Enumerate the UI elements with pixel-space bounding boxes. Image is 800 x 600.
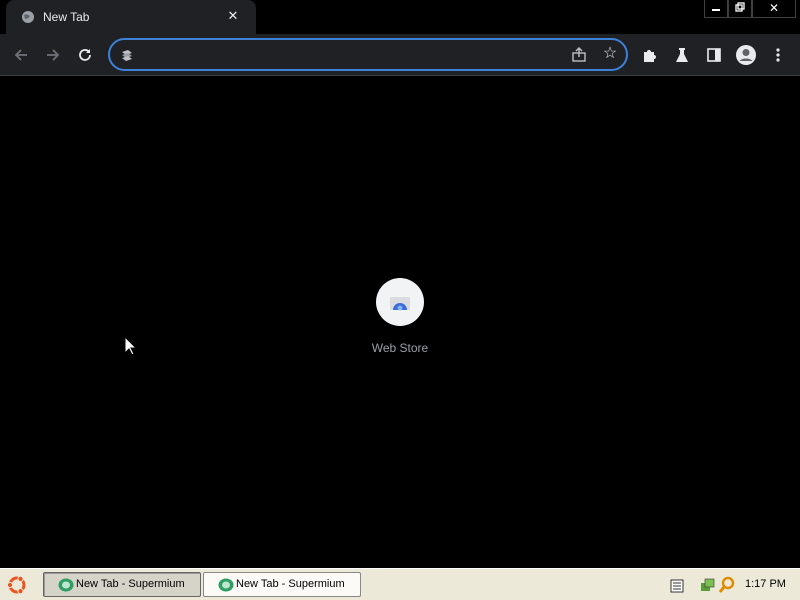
shortcut-icon-tile — [376, 278, 424, 326]
avatar-icon — [736, 45, 756, 65]
labs-button[interactable] — [670, 43, 694, 67]
web-store-icon — [390, 297, 410, 311]
tab-title: New Tab — [43, 10, 90, 24]
screen: New Tab ✕ ✕ ☆ Web Store New Tab - Superm… — [0, 0, 800, 600]
minimize-icon — [712, 9, 720, 11]
taskbar: New Tab - Supermium New Tab - Supermium … — [0, 568, 800, 600]
tab-strip: New Tab ✕ ✕ — [0, 0, 800, 34]
ubuntu-logo-icon[interactable] — [6, 574, 28, 596]
profile-button[interactable] — [734, 43, 758, 67]
shortcut-label: Web Store — [371, 341, 429, 355]
star-icon[interactable]: ☆ — [601, 45, 619, 63]
taskbar-item-supermium-1[interactable]: New Tab - Supermium — [43, 572, 201, 597]
taskbar-clock: 1:17 PM — [745, 578, 786, 590]
network-icon[interactable] — [700, 574, 716, 596]
search-icon[interactable] — [718, 574, 736, 596]
close-icon: ✕ — [768, 1, 780, 15]
restore-icon — [735, 2, 745, 12]
extensions-button[interactable] — [638, 43, 662, 67]
shortcut-web-store[interactable]: Web Store — [360, 278, 440, 368]
side-panel-icon — [707, 48, 721, 62]
taskbar-item-label: New Tab - Supermium — [236, 578, 345, 590]
mouse-cursor-icon — [124, 336, 138, 356]
supermium-icon — [58, 578, 74, 592]
supermium-icon — [218, 578, 234, 592]
site-info-icon — [122, 50, 132, 61]
close-window-button[interactable]: ✕ — [752, 0, 796, 18]
url-input[interactable] — [142, 46, 562, 64]
browser-toolbar: ☆ — [0, 34, 800, 76]
puzzle-icon — [644, 50, 656, 62]
share-icon[interactable] — [570, 46, 588, 64]
tab-new-tab[interactable]: New Tab ✕ — [6, 0, 256, 34]
side-panel-button[interactable] — [702, 43, 726, 67]
reload-button[interactable] — [73, 43, 97, 67]
taskbar-item-label: New Tab - Supermium — [76, 578, 185, 590]
new-tab-page: Web Store — [0, 77, 800, 568]
keyboard-icon[interactable] — [670, 574, 684, 596]
reload-icon — [79, 49, 91, 61]
arrow-left-icon — [14, 49, 27, 61]
menu-button[interactable] — [766, 43, 790, 67]
kebab-menu-icon — [776, 48, 780, 62]
back-button[interactable] — [9, 43, 33, 67]
tab-close-icon[interactable]: ✕ — [224, 7, 242, 25]
address-bar[interactable]: ☆ — [108, 38, 628, 71]
globe-icon — [22, 11, 34, 23]
forward-button[interactable] — [41, 43, 65, 67]
flask-icon — [676, 48, 688, 62]
minimize-button[interactable] — [704, 0, 728, 18]
restore-button[interactable] — [728, 0, 752, 18]
arrow-right-icon — [47, 49, 60, 61]
taskbar-item-supermium-2[interactable]: New Tab - Supermium — [203, 572, 361, 597]
